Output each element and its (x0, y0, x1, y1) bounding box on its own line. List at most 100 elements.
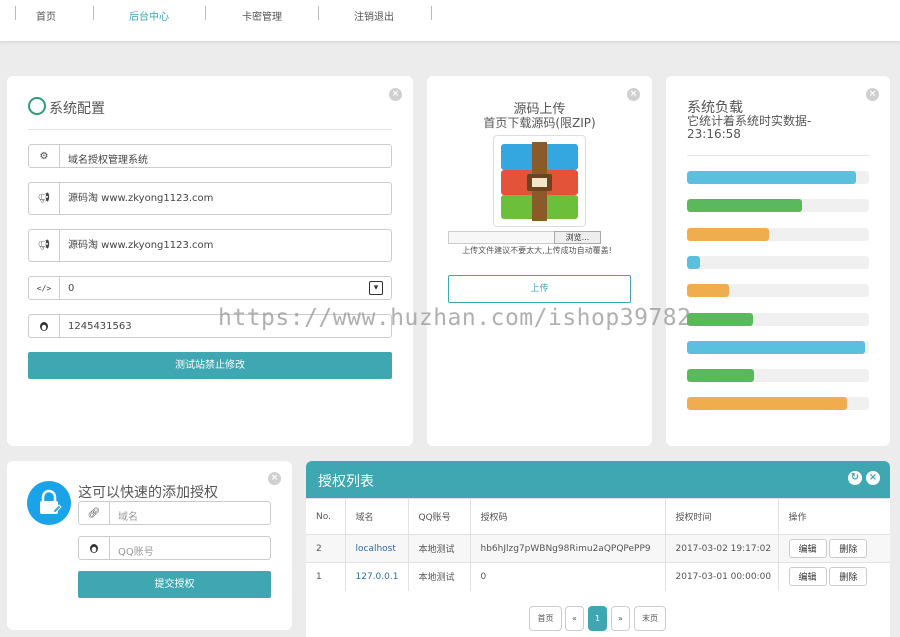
load-bar-track (687, 171, 869, 184)
status-select-value: 0 (68, 283, 75, 294)
cell-time: 2017-03-01 00:00:00 (664, 562, 778, 591)
load-bar-fill (687, 199, 802, 213)
load-bar-track (687, 227, 869, 241)
megaphone-icon: 📢︎ (29, 183, 60, 214)
config-title: 系统配置 (49, 101, 105, 117)
table-row: 1 127.0.0.1 本地测试 0 2017-03-01 00:00:00 编… (306, 562, 890, 591)
qq-placeholder: QQ账号 (118, 547, 154, 558)
delete-button[interactable]: 删除 (829, 539, 868, 558)
system-config-card: × 系统配置 ⚙ 域名授权管理系统 📢︎ 源码淘 www.zkyong1123.… (7, 76, 413, 446)
edit-button[interactable]: 编辑 (788, 567, 827, 587)
load-bar-track (687, 397, 869, 411)
page-last[interactable]: 末页 (634, 606, 666, 631)
cell-domain[interactable]: localhost (344, 534, 408, 563)
nav-divider (431, 6, 432, 20)
qq-value: 1245431563 (68, 321, 132, 332)
lock-edit-icon (27, 481, 71, 525)
nav-divider (15, 6, 16, 20)
source-upload-card: × 源码上传 首页下载源码(限ZIP) 浏览... 上传文件建议不要太大,上传成… (427, 76, 652, 446)
gear-icon: ⚙ (29, 145, 60, 167)
auth-list-header: 授权列表 ↻ × (306, 461, 890, 498)
close-icon[interactable]: × (268, 472, 281, 485)
quick-add-title: 这可以快速的添加授权 (78, 485, 218, 501)
delete-button[interactable]: 删除 (829, 567, 868, 587)
divider (687, 155, 869, 156)
page-prev[interactable]: « (565, 606, 584, 631)
cell-code: hb6hJlzg7pWBNg98Rimu2aQPQPePP9 (469, 534, 665, 563)
close-icon[interactable]: × (866, 88, 879, 101)
browse-button[interactable]: 浏览... (554, 231, 601, 244)
site-name-field[interactable]: ⚙ 域名授权管理系统 (28, 144, 392, 168)
load-bar-fill (687, 284, 729, 298)
penguin-icon (29, 315, 60, 337)
nav-divider (318, 6, 319, 20)
load-bar-fill (687, 397, 848, 411)
site-name-value: 域名授权管理系统 (68, 155, 148, 166)
notice1-textarea[interactable]: 📢︎ 源码淘 www.zkyong1123.com (28, 182, 392, 215)
save-config-button[interactable]: 测试站禁止修改 (28, 352, 392, 379)
divider (28, 129, 392, 130)
page-current[interactable]: 1 (588, 606, 607, 631)
col-header: No. (306, 498, 345, 535)
cell-actions: 编辑 删除 (777, 534, 890, 563)
page-next[interactable]: » (611, 606, 630, 631)
table-row: 2 localhost 本地测试 hb6hJlzg7pWBNg98Rimu2aQ… (306, 534, 890, 563)
load-bar-fill (687, 255, 700, 269)
load-bar-track (687, 199, 869, 213)
cell-time: 2017-03-02 19:17:02 (664, 534, 778, 563)
load-bar-fill (687, 312, 753, 326)
cell-qq: 本地测试 (407, 562, 470, 591)
domain-placeholder: 域名 (118, 512, 138, 523)
code-icon: </> (29, 277, 60, 299)
qq-input[interactable]: QQ账号 (78, 536, 271, 560)
domain-input[interactable]: 🔗︎ 域名 (78, 501, 271, 525)
col-header: QQ账号 (407, 498, 470, 535)
load-bar-fill (687, 171, 857, 184)
nav-admin-center[interactable]: 后台中心 (129, 8, 169, 23)
nav-home[interactable]: 首页 (36, 8, 56, 23)
cell-no: 1 (306, 562, 345, 591)
col-header: 授权码 (469, 498, 665, 535)
cell-qq: 本地测试 (407, 534, 470, 563)
notice1-value: 源码淘 www.zkyong1123.com (68, 193, 214, 204)
upload-subtitle: 首页下载源码(限ZIP) (483, 116, 596, 130)
auth-list-title: 授权列表 (318, 474, 374, 490)
edit-button[interactable]: 编辑 (788, 539, 827, 558)
auth-table: No. 域名 QQ账号 授权码 授权时间 操作 2 localhost 本地测试… (306, 498, 890, 591)
cell-actions: 编辑 删除 (777, 562, 890, 591)
close-icon[interactable]: × (389, 88, 402, 101)
megaphone-icon: 📢︎ (29, 230, 60, 261)
cell-code: 0 (469, 562, 665, 591)
refresh-icon[interactable]: ↻ (848, 471, 862, 485)
top-nav: 首页 后台中心 卡密管理 注销退出 (0, 0, 900, 42)
table-header-row: No. 域名 QQ账号 授权码 授权时间 操作 (306, 498, 890, 535)
load-bar-fill (687, 340, 866, 354)
quick-add-card: × 这可以快速的添加授权 🔗︎ 域名 QQ账号 提交授权 (7, 461, 292, 630)
nav-logout[interactable]: 注销退出 (354, 8, 394, 23)
chevron-down-icon[interactable]: ▾ (369, 281, 383, 295)
load-bar-track (687, 369, 869, 383)
load-bar-track (687, 340, 869, 354)
close-icon[interactable]: × (866, 471, 880, 485)
load-bar-track (687, 255, 869, 269)
load-bar-fill (687, 369, 755, 383)
notice2-textarea[interactable]: 📢︎ 源码淘 www.zkyong1123.com (28, 229, 392, 262)
upload-hint: 上传文件建议不要太大,上传成功自动覆盖! (462, 246, 612, 255)
cell-domain[interactable]: 127.0.0.1 (344, 562, 408, 591)
status-select[interactable]: </> 0 ▾ (28, 276, 392, 300)
col-header: 授权时间 (664, 498, 778, 535)
nav-card-management[interactable]: 卡密管理 (242, 8, 282, 23)
upload-button[interactable]: 上传 (448, 275, 631, 303)
nav-divider (205, 6, 206, 20)
submit-auth-button[interactable]: 提交授权 (78, 571, 271, 598)
watermark-text: https://www.huzhan.com/ishop39782 (218, 305, 692, 331)
link-icon: 🔗︎ (79, 502, 110, 524)
col-header: 域名 (344, 498, 408, 535)
penguin-icon (79, 537, 110, 559)
load-bar-track (687, 312, 869, 326)
page-first[interactable]: 首页 (529, 606, 562, 631)
circle-icon (28, 97, 46, 115)
nav-divider (93, 6, 94, 20)
load-time: 23:16:58 (687, 127, 741, 141)
cell-no: 2 (306, 534, 345, 563)
